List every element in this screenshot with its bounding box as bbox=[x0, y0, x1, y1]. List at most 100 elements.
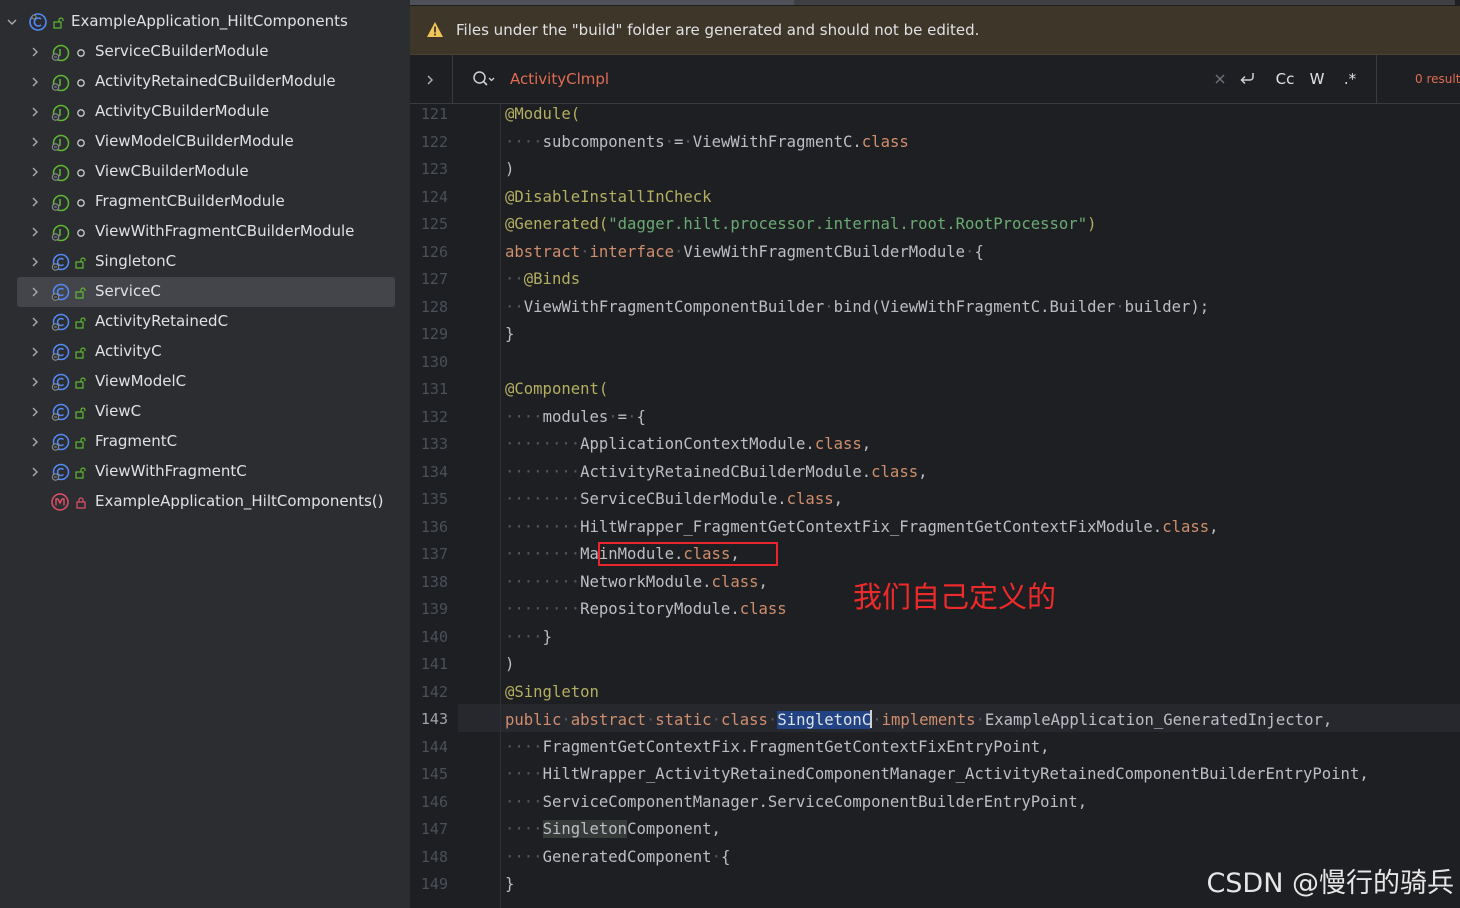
tree-item[interactable]: ServiceCBuilderModule bbox=[0, 37, 410, 67]
code-token: abstract bbox=[570, 711, 646, 729]
code-token: , bbox=[1209, 517, 1219, 536]
code-line: ··ViewWithFragmentComponentBuilder·bind(… bbox=[505, 298, 1209, 316]
module-class-icon bbox=[50, 102, 70, 122]
tree-item[interactable]: ViewCBuilderModule bbox=[0, 157, 410, 187]
chevron-right-icon[interactable] bbox=[28, 105, 42, 119]
code-token: · bbox=[683, 132, 693, 151]
chevron-right-icon[interactable] bbox=[28, 345, 42, 359]
chevron-right-icon[interactable] bbox=[28, 255, 42, 269]
chevron-right-icon[interactable] bbox=[28, 225, 42, 239]
clear-search-icon[interactable] bbox=[1210, 67, 1230, 91]
code-line: } bbox=[505, 325, 514, 343]
private-visibility-icon bbox=[75, 495, 87, 509]
expand-replace-icon[interactable] bbox=[424, 72, 436, 91]
chevron-right-icon[interactable] bbox=[28, 285, 42, 299]
tree-item[interactable]: FragmentCBuilderModule bbox=[0, 187, 410, 217]
code-token: class bbox=[711, 572, 759, 591]
module-class-icon bbox=[50, 222, 70, 242]
code-token: ········ bbox=[505, 600, 581, 618]
component-class-icon bbox=[50, 252, 70, 272]
line-number: 144 bbox=[420, 737, 448, 756]
gutter-divider bbox=[500, 104, 501, 908]
whole-words-button[interactable]: W bbox=[1306, 67, 1328, 91]
chevron-right-icon[interactable] bbox=[28, 405, 42, 419]
tree-item[interactable]: ViewModelCBuilderModule bbox=[0, 127, 410, 157]
tree-item[interactable]: ExampleApplication_HiltComponents() bbox=[0, 487, 410, 517]
component-class-icon bbox=[50, 372, 70, 392]
code-token: ········ bbox=[505, 517, 581, 536]
code-token: FragmentGetContextFix.FragmentGetContext… bbox=[542, 737, 1050, 756]
tree-item[interactable]: SingletonC bbox=[0, 247, 410, 277]
code-line: } bbox=[505, 875, 514, 893]
code-line: ····GeneratedComponent·{ bbox=[505, 848, 730, 866]
chevron-right-icon[interactable] bbox=[28, 315, 42, 329]
code-line: ········HiltWrapper_FragmentGetContextFi… bbox=[505, 518, 1219, 536]
code-line: ····} bbox=[505, 628, 552, 646]
find-input[interactable] bbox=[510, 68, 1070, 90]
code-token: , bbox=[861, 435, 872, 453]
public-visibility-icon bbox=[75, 285, 87, 299]
new-line-icon[interactable] bbox=[1236, 67, 1260, 91]
tree-item-label: ActivityRetainedCBuilderModule bbox=[95, 72, 336, 90]
code-token: ) bbox=[1087, 215, 1097, 233]
tree-item[interactable]: ViewC bbox=[0, 397, 410, 427]
tree-item[interactable]: ViewModelC bbox=[0, 367, 410, 397]
chevron-right-icon[interactable] bbox=[28, 75, 42, 89]
match-case-button[interactable]: Cc bbox=[1270, 67, 1300, 91]
code-token: ···· bbox=[505, 737, 543, 756]
watermark: CSDN @慢行的骑兵 bbox=[1206, 868, 1454, 899]
tree-item[interactable]: ViewWithFragmentCBuilderModule bbox=[0, 217, 410, 247]
code-line: ········ServiceCBuilderModule.class, bbox=[505, 490, 843, 508]
chevron-right-icon[interactable] bbox=[28, 165, 42, 179]
search-history-icon[interactable] bbox=[472, 70, 496, 92]
line-number: 147 bbox=[420, 820, 448, 838]
code-token: @Component( bbox=[505, 380, 609, 398]
line-number: 130 bbox=[420, 352, 448, 371]
chevron-right-icon[interactable] bbox=[28, 465, 42, 479]
chevron-right-icon[interactable] bbox=[28, 375, 42, 389]
component-class-icon bbox=[50, 342, 70, 362]
chevron-right-icon[interactable] bbox=[28, 135, 42, 149]
code-line: ··@Binds bbox=[505, 270, 580, 288]
chevron-right-icon[interactable] bbox=[28, 435, 42, 449]
code-line: ········NetworkModule.class, bbox=[505, 573, 768, 591]
tree-item-label: ExampleApplication_HiltComponents() bbox=[95, 492, 384, 510]
tree-item[interactable]: ActivityRetainedC bbox=[0, 307, 410, 337]
code-token: · bbox=[608, 407, 618, 426]
code-line: ········ApplicationContextModule.class, bbox=[505, 435, 871, 453]
code-token: ServiceCBuilderModule. bbox=[580, 490, 787, 508]
chevron-down-icon[interactable] bbox=[5, 15, 19, 29]
warning-triangle-icon bbox=[426, 21, 444, 42]
code-token: ···· bbox=[505, 847, 543, 866]
chevron-right-icon[interactable] bbox=[28, 195, 42, 209]
code-token: } bbox=[505, 325, 515, 343]
line-number: 136 bbox=[420, 517, 448, 536]
tree-root-label: ExampleApplication_HiltComponents bbox=[71, 12, 348, 30]
chevron-right-icon[interactable] bbox=[28, 45, 42, 59]
line-number: 143 bbox=[420, 710, 448, 728]
line-number: 148 bbox=[420, 847, 448, 866]
code-token: · bbox=[711, 847, 721, 866]
tree-item[interactable]: FragmentC bbox=[0, 427, 410, 457]
tree-item[interactable]: ActivityRetainedCBuilderModule bbox=[0, 67, 410, 97]
code-token: Singleton bbox=[542, 820, 628, 838]
code-token: ········ bbox=[505, 572, 581, 591]
tree-root[interactable]: ExampleApplication_HiltComponents bbox=[0, 7, 410, 37]
search-results-count: 0 results bbox=[1415, 72, 1460, 86]
tree-item[interactable]: ServiceC bbox=[0, 277, 410, 307]
code-line: ····HiltWrapper_ActivityRetainedComponen… bbox=[505, 765, 1369, 783]
banner-text: Files under the "build" folder are gener… bbox=[456, 21, 980, 39]
tree-item-label: ServiceCBuilderModule bbox=[95, 42, 269, 60]
tree-item[interactable]: ActivityCBuilderModule bbox=[0, 97, 410, 127]
generated-files-banner: Files under the "build" folder are gener… bbox=[410, 6, 1460, 55]
code-token: class bbox=[861, 132, 909, 151]
regex-button[interactable]: .* bbox=[1338, 67, 1362, 91]
code-token: class bbox=[814, 435, 862, 453]
line-number: 127 bbox=[420, 270, 448, 288]
line-number: 132 bbox=[420, 407, 448, 426]
tree-item[interactable]: ViewWithFragmentC bbox=[0, 457, 410, 487]
code-token: ) bbox=[505, 160, 515, 178]
tree-item[interactable]: ActivityC bbox=[0, 337, 410, 367]
public-visibility-icon bbox=[75, 345, 87, 359]
tree-item-label: FragmentC bbox=[95, 432, 178, 450]
